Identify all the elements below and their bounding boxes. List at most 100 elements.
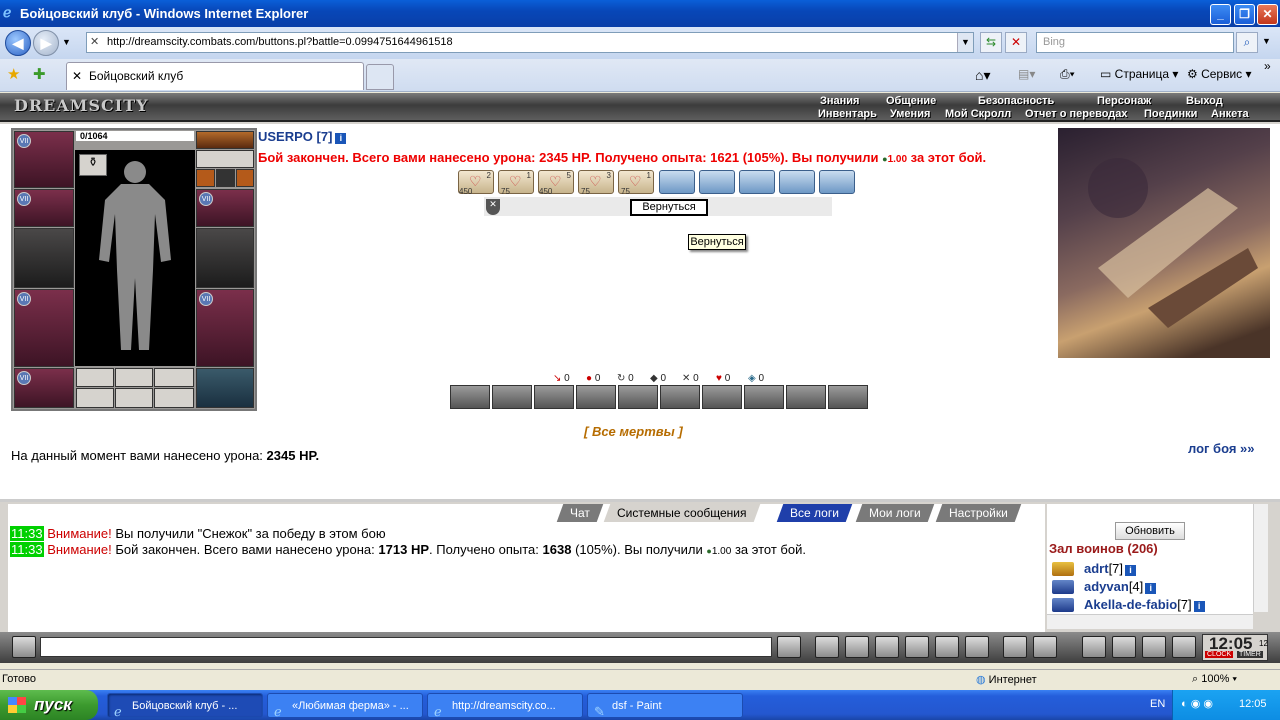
- sound-icon[interactable]: [965, 636, 989, 658]
- forward-button[interactable]: ▶: [33, 30, 59, 56]
- url-dropdown-icon[interactable]: ▼: [957, 33, 973, 52]
- frost-scroll[interactable]: [739, 170, 775, 194]
- armor-slot[interactable]: VII: [14, 289, 74, 367]
- skill-icon[interactable]: [702, 385, 742, 409]
- home-icon[interactable]: ⌂▾: [975, 67, 990, 84]
- nav-exit[interactable]: Выход: [1186, 95, 1223, 107]
- nav-inventory[interactable]: Инвентарь: [818, 108, 877, 120]
- settings-icon[interactable]: [1033, 636, 1057, 658]
- tab-settings[interactable]: Настройки: [935, 504, 1022, 522]
- tab-my-logs[interactable]: Мои логи: [855, 504, 935, 522]
- skill-icon[interactable]: [534, 385, 574, 409]
- nav-skills[interactable]: Умения: [890, 108, 930, 120]
- new-tab-button[interactable]: [366, 64, 394, 90]
- task-item[interactable]: ℯ Бойцовский клуб - ...: [107, 693, 263, 718]
- maximize-button[interactable]: ❐: [1234, 4, 1255, 25]
- horizontal-scrollbar[interactable]: [1047, 614, 1253, 629]
- info-icon[interactable]: i: [1125, 565, 1137, 576]
- boots-slot[interactable]: [196, 368, 254, 408]
- heart-scroll[interactable]: ♡ 1 75: [498, 170, 534, 196]
- empty-slot[interactable]: [115, 368, 153, 387]
- hands-icon[interactable]: [1142, 636, 1166, 658]
- skill-icon[interactable]: [828, 385, 868, 409]
- warrior-name[interactable]: adyvan: [1084, 579, 1129, 594]
- back-button[interactable]: ◀: [5, 30, 31, 56]
- vertical-scrollbar[interactable]: [1253, 504, 1268, 612]
- legs-slot[interactable]: VII: [196, 289, 254, 367]
- tab-system-messages[interactable]: Системные сообщения: [603, 504, 760, 522]
- task-item[interactable]: ℯ «Любимая ферма» - ...: [267, 693, 423, 718]
- warrior-item[interactable]: adrt[7] i: [1084, 561, 1137, 576]
- task-item[interactable]: ℯ http://dreamscity.co...: [427, 693, 583, 718]
- address-input[interactable]: ✕ http://dreamscity.combats.com/buttons.…: [86, 32, 974, 53]
- feeds-icon[interactable]: ▤▾: [1018, 67, 1035, 81]
- nav-profile[interactable]: Анкета: [1211, 108, 1249, 120]
- earring-slot[interactable]: [196, 150, 254, 168]
- warrior-item[interactable]: Akella-de-fabio[7] i: [1084, 597, 1205, 612]
- tab-all-logs[interactable]: Все логи: [776, 504, 853, 522]
- favorites-star-icon[interactable]: ★: [7, 65, 20, 83]
- frost-scroll[interactable]: [819, 170, 855, 194]
- ring1-slot[interactable]: [196, 169, 215, 187]
- empty-slot[interactable]: [115, 388, 153, 408]
- belt-slot[interactable]: VII: [14, 368, 74, 408]
- skill-icon[interactable]: [786, 385, 826, 409]
- tab-chat[interactable]: Чат: [556, 504, 604, 522]
- skill-icon[interactable]: [450, 385, 490, 409]
- tab-active[interactable]: ✕ Бойцовский клуб: [66, 62, 364, 90]
- skill-icon[interactable]: [492, 385, 532, 409]
- chat-input[interactable]: [40, 637, 772, 657]
- filter-icon[interactable]: [845, 636, 869, 658]
- empty-slot[interactable]: [154, 368, 194, 387]
- add-favorites-icon[interactable]: ✚: [33, 65, 46, 83]
- nav-communication[interactable]: Общение: [886, 95, 936, 107]
- service-menu[interactable]: ⚙ Сервис ▾: [1187, 67, 1252, 81]
- heart-scroll[interactable]: ♡ 2 450: [458, 170, 494, 196]
- skill-icon[interactable]: [744, 385, 784, 409]
- warrior-name[interactable]: Akella-de-fabio: [1084, 597, 1177, 612]
- close-button[interactable]: ✕: [1257, 4, 1278, 25]
- smiley-icon[interactable]: [1003, 636, 1027, 658]
- print-icon[interactable]: ⎙▾: [1060, 67, 1075, 82]
- nav-my-scroll[interactable]: Мой Скролл: [945, 108, 1011, 120]
- nav-security[interactable]: Безопасность: [978, 95, 1054, 107]
- task-item[interactable]: ✎ dsf - Paint: [587, 693, 743, 718]
- info-icon[interactable]: i: [1193, 601, 1205, 612]
- send-icon[interactable]: [777, 636, 801, 658]
- history-dropdown-icon[interactable]: ▼: [62, 37, 71, 47]
- heart-scroll[interactable]: ♡ 3 75: [578, 170, 614, 196]
- search-options-icon[interactable]: ▼: [1262, 36, 1271, 46]
- empty-slot[interactable]: [76, 368, 114, 387]
- translit-icon[interactable]: [935, 636, 959, 658]
- tray-clock[interactable]: 12:05: [1239, 698, 1267, 710]
- warrior-item[interactable]: adyvan[4] i: [1084, 579, 1157, 594]
- chat-time[interactable]: 11:33: [10, 526, 44, 541]
- language-indicator[interactable]: EN: [1150, 698, 1165, 710]
- skill-icon[interactable]: [576, 385, 616, 409]
- weapon-slot[interactable]: [14, 228, 74, 288]
- frost-scroll[interactable]: [699, 170, 735, 194]
- empty-slot[interactable]: [76, 388, 114, 408]
- offhand-slot[interactable]: [196, 228, 254, 288]
- bracers-slot[interactable]: VII: [14, 189, 74, 227]
- bag-icon[interactable]: ⚱: [79, 154, 107, 176]
- chevron-icon[interactable]: »: [1264, 59, 1271, 73]
- search-icon[interactable]: ⌕: [1236, 32, 1258, 53]
- frost-scroll[interactable]: [659, 170, 695, 194]
- gloves-slot[interactable]: VII: [196, 189, 254, 227]
- page-menu[interactable]: ▭ Страница ▾: [1100, 67, 1178, 81]
- ring3-slot[interactable]: [236, 169, 254, 187]
- ring2-slot[interactable]: [216, 169, 235, 187]
- info-icon[interactable]: i: [335, 133, 347, 144]
- zoom-control[interactable]: ⌕ 100% ▾: [1192, 673, 1237, 686]
- save-icon[interactable]: [875, 636, 899, 658]
- tray-icons[interactable]: ◐ ◉ ◉: [1181, 697, 1213, 710]
- move-icon[interactable]: [905, 636, 929, 658]
- start-button[interactable]: пуск: [0, 690, 98, 720]
- warrior-name[interactable]: adrt: [1084, 561, 1109, 576]
- battle-log-link[interactable]: лог боя »»: [1188, 441, 1255, 456]
- minimize-button[interactable]: _: [1210, 4, 1231, 25]
- nav-transfer-report[interactable]: Отчет о переводах: [1025, 108, 1128, 120]
- refresh-icon[interactable]: ⇆: [980, 32, 1002, 53]
- mask-icon[interactable]: [1112, 636, 1136, 658]
